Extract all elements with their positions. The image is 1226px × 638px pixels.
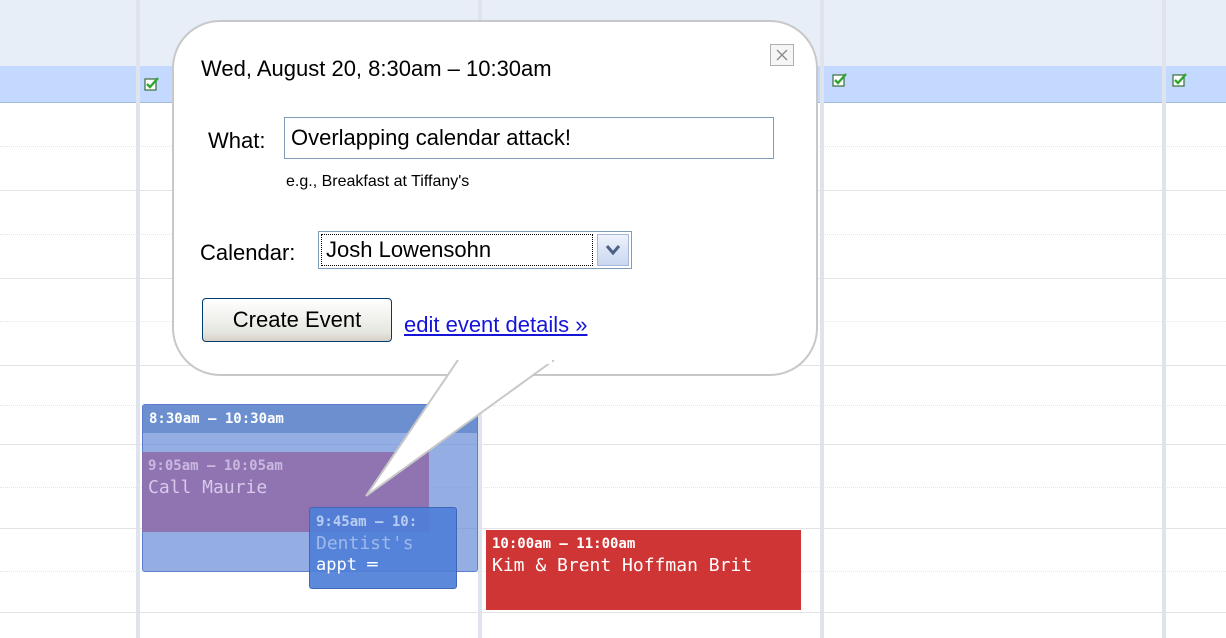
event-time: 10:00am – 11:00am — [492, 536, 636, 552]
check-icon[interactable] — [832, 72, 848, 88]
day-column-divider — [136, 0, 140, 638]
event-title: Kim & Brent Hoffman Brit — [492, 555, 753, 576]
day-column-divider — [1162, 0, 1166, 638]
popup-pointer — [365, 360, 555, 497]
event-date-time: Wed, August 20, 8:30am – 10:30am — [201, 56, 552, 81]
grid-line — [0, 612, 1226, 613]
day-column-divider — [820, 0, 824, 638]
check-icon[interactable] — [1172, 72, 1188, 88]
what-input[interactable] — [284, 117, 774, 159]
chevron-down-icon[interactable] — [597, 234, 629, 266]
calendar-label: Calendar: — [200, 240, 296, 265]
example-hint: e.g., Breakfast at Tiffany's — [286, 173, 470, 190]
what-label: What: — [208, 128, 266, 153]
edit-event-details-link[interactable]: edit event details » — [404, 312, 587, 338]
event-title: Dentist's — [316, 533, 414, 554]
check-icon[interactable] — [144, 76, 160, 92]
event-title-line2: appt — [316, 555, 357, 575]
calendar-select-value: Josh Lowensohn — [321, 234, 593, 266]
resize-handle-icon[interactable]: ═ — [367, 555, 377, 575]
event-kim-brent[interactable]: 10:00am – 11:00am Kim & Brent Hoffman Br… — [486, 530, 801, 610]
calendar-select[interactable]: Josh Lowensohn — [318, 231, 632, 269]
create-event-button[interactable]: Create Event — [202, 298, 392, 342]
close-icon[interactable] — [770, 44, 794, 66]
event-title-continued: appt ═ — [310, 556, 456, 574]
